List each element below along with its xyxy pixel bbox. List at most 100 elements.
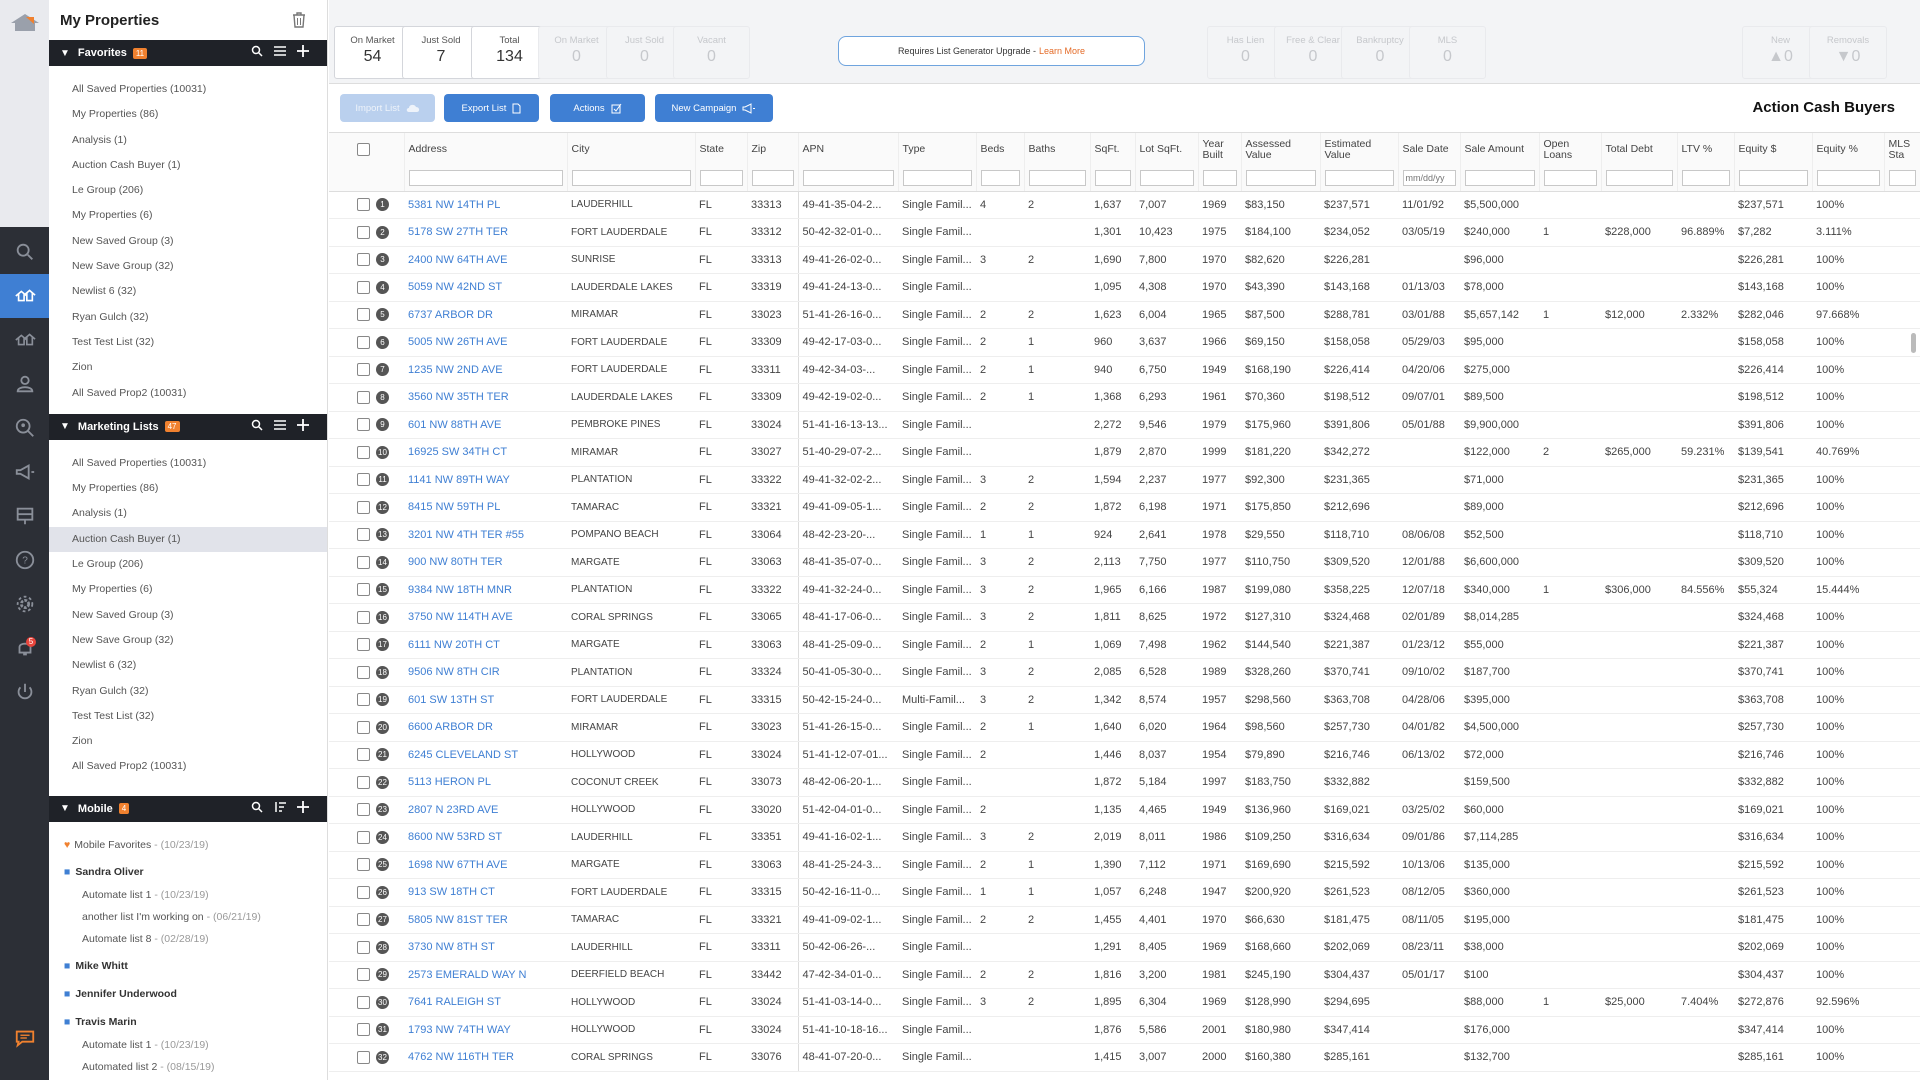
address-link[interactable]: 900 NW 80TH TER	[404, 548, 567, 577]
new-campaign-button[interactable]: New Campaign	[655, 94, 773, 122]
table-row[interactable]: 10 16925 SW 34TH CT MIRAMAR FL 33027 51-40-29…	[329, 438, 1920, 467]
row-checkbox[interactable]	[357, 748, 370, 762]
address-link[interactable]: 9506 NW 8TH CIR	[404, 658, 567, 687]
address-link[interactable]: 16925 SW 34TH CT	[404, 438, 567, 467]
search-icon[interactable]	[251, 419, 263, 431]
row-checkbox[interactable]	[357, 308, 370, 322]
address-link[interactable]: 1793 NW 74TH WAY	[404, 1016, 567, 1044]
address-link[interactable]: 3750 NW 114TH AVE	[404, 603, 567, 632]
column-filter-input[interactable]	[802, 170, 894, 187]
menu-icon[interactable]	[273, 419, 287, 431]
column-filter-input[interactable]	[1094, 170, 1131, 187]
column-filter-input[interactable]	[1738, 170, 1808, 187]
table-row[interactable]: 30 7641 RALEIGH ST HOLLYWOOD FL 33024 51-41-0…	[329, 988, 1920, 1017]
column-header[interactable]: Sale Amount	[1460, 133, 1540, 166]
row-checkbox[interactable]	[357, 885, 370, 899]
table-row[interactable]: 8 3560 NW 35TH TER LAUDERDALE LAKES FL 33309…	[329, 383, 1920, 412]
address-link[interactable]: 1141 NW 89TH WAY	[404, 466, 567, 494]
add-icon[interactable]	[297, 45, 309, 57]
sidebar-item-favorite[interactable]: Zion	[49, 355, 327, 380]
row-checkbox[interactable]	[357, 803, 370, 817]
select-all-header[interactable]	[329, 133, 405, 166]
sidebar-item-favorite[interactable]: Newlist 6 (32)	[49, 279, 327, 304]
sidebar-item-favorite[interactable]: Test Test List (32)	[49, 330, 327, 355]
mobile-list-item[interactable]: Automate list 8 - (02/28/19)	[49, 928, 327, 950]
address-link[interactable]: 601 SW 13TH ST	[404, 686, 567, 714]
row-checkbox[interactable]	[357, 225, 370, 239]
address-link[interactable]: 5178 SW 27TH TER	[404, 218, 567, 247]
address-link[interactable]: 6245 CLEVELAND ST	[404, 741, 567, 769]
row-checkbox[interactable]	[357, 253, 370, 267]
add-icon[interactable]	[297, 418, 309, 431]
table-row[interactable]: 17 6111 NW 20TH CT MARGATE FL 33063 48-41-25-…	[329, 631, 1920, 659]
table-row[interactable]: 24 8600 NW 53RD ST LAUDERHILL FL 33351 49-41-…	[329, 823, 1920, 852]
sidebar-item-marketing[interactable]: Analysis (1)	[49, 501, 327, 526]
table-row[interactable]: 27 5805 NW 81ST TER TAMARAC FL 33321 49-41-09…	[329, 906, 1920, 934]
address-link[interactable]: 5005 NW 26TH AVE	[404, 328, 567, 357]
import-list-button[interactable]: Import List	[340, 94, 435, 122]
column-filter-input[interactable]	[1202, 170, 1237, 187]
sidebar-item-favorite[interactable]: New Saved Group (3)	[49, 229, 327, 254]
column-header[interactable]: Sale Date	[1398, 133, 1461, 166]
column-header[interactable]: Equity $	[1734, 133, 1813, 166]
address-link[interactable]: 3730 NW 8TH ST	[404, 933, 567, 962]
sidebar-item-marketing[interactable]: My Properties (86)	[49, 476, 327, 501]
table-row[interactable]: 20 6600 ARBOR DR MIRAMAR FL 33023 51-41-26-15…	[329, 713, 1920, 742]
upgrade-banner[interactable]: Requires List Generator Upgrade - Learn …	[838, 36, 1145, 66]
mobile-folder[interactable]: ■ Jennifer Underwood	[49, 983, 327, 1006]
table-row[interactable]: 32 4762 NW 116TH TER CORAL SPRINGS FL 33076 4…	[329, 1043, 1920, 1072]
address-link[interactable]: 5059 NW 42ND ST	[404, 273, 567, 302]
column-filter-input[interactable]	[1245, 170, 1316, 187]
column-header[interactable]: MLS Sta	[1884, 133, 1920, 166]
row-checkbox[interactable]	[357, 335, 370, 349]
column-filter-input[interactable]	[1324, 170, 1394, 187]
sidebar-item-marketing[interactable]: Newlist 6 (32)	[49, 653, 327, 678]
sidebar-item-favorite[interactable]: All Saved Prop2 (10031)	[49, 381, 327, 406]
row-checkbox[interactable]	[357, 995, 370, 1009]
address-link[interactable]: 9384 NW 18TH MNR	[404, 576, 567, 604]
mobile-list-item[interactable]: Automated list 2 - (08/15/19)	[49, 1056, 327, 1078]
table-row[interactable]: 19 601 SW 13TH ST FORT LAUDERDALE FL 33315 50…	[329, 686, 1920, 714]
table-row[interactable]: 2 5178 SW 27TH TER FORT LAUDERDALE FL 33312 5…	[329, 218, 1920, 247]
search-nav-icon[interactable]	[0, 230, 49, 274]
sidebar-item-marketing[interactable]: Ryan Gulch (32)	[49, 679, 327, 704]
column-filter-input[interactable]	[571, 170, 691, 187]
mobile-folder[interactable]: ■ Mike Whitt	[49, 955, 327, 978]
column-header[interactable]: Zip	[747, 133, 799, 166]
row-checkbox[interactable]	[357, 610, 370, 624]
row-checkbox[interactable]	[357, 555, 370, 569]
row-checkbox[interactable]	[357, 720, 370, 734]
trash-icon[interactable]	[290, 11, 308, 29]
column-filter-input[interactable]	[1605, 170, 1673, 187]
column-header[interactable]: Beds	[976, 133, 1025, 166]
column-header[interactable]: Open Loans	[1539, 133, 1602, 166]
sidebar-item-favorite[interactable]: Analysis (1)	[49, 128, 327, 153]
row-checkbox[interactable]	[357, 583, 370, 597]
column-filter-input[interactable]	[1543, 170, 1597, 187]
search-person-nav-icon[interactable]	[0, 406, 49, 450]
sidebar-item-favorite[interactable]: Le Group (206)	[49, 178, 327, 203]
column-filter-input[interactable]	[1139, 170, 1194, 187]
column-header[interactable]: Type	[898, 133, 977, 166]
mobile-list-item[interactable]: another list I'm working on - (06/21/19)	[49, 906, 327, 928]
table-row[interactable]: 12 8415 NW 59TH PL TAMARAC FL 33321 49-41-09-…	[329, 493, 1920, 522]
sidebar-item-favorite[interactable]: Ryan Gulch (32)	[49, 305, 327, 330]
add-icon[interactable]	[297, 800, 309, 813]
row-checkbox[interactable]	[357, 775, 370, 789]
table-row[interactable]: 14 900 NW 80TH TER MARGATE FL 33063 48-41-35-…	[329, 548, 1920, 577]
address-link[interactable]: 2400 NW 64TH AVE	[404, 246, 567, 274]
row-checkbox[interactable]	[357, 528, 370, 542]
address-link[interactable]: 3201 NW 4TH TER #55	[404, 521, 567, 549]
table-row[interactable]: 3 2400 NW 64TH AVE SUNRISE FL 33313 49-41-26-…	[329, 246, 1920, 274]
logout-power-icon[interactable]	[0, 670, 49, 714]
mobile-list-item[interactable]: Automate list 1 - (10/23/19)	[49, 1034, 327, 1056]
table-row[interactable]: 4 5059 NW 42ND ST LAUDERDALE LAKES FL 33319 4…	[329, 273, 1920, 302]
sidebar-item-favorite[interactable]: My Properties (6)	[49, 203, 327, 228]
address-link[interactable]: 5113 HERON PL	[404, 768, 567, 797]
row-checkbox[interactable]	[357, 830, 370, 844]
column-header[interactable]: Assessed Value	[1241, 133, 1321, 166]
column-header[interactable]: State	[695, 133, 748, 166]
megaphone-nav-icon[interactable]	[0, 450, 49, 494]
column-header[interactable]: LTV %	[1677, 133, 1735, 166]
address-link[interactable]: 601 NW 88TH AVE	[404, 411, 567, 439]
